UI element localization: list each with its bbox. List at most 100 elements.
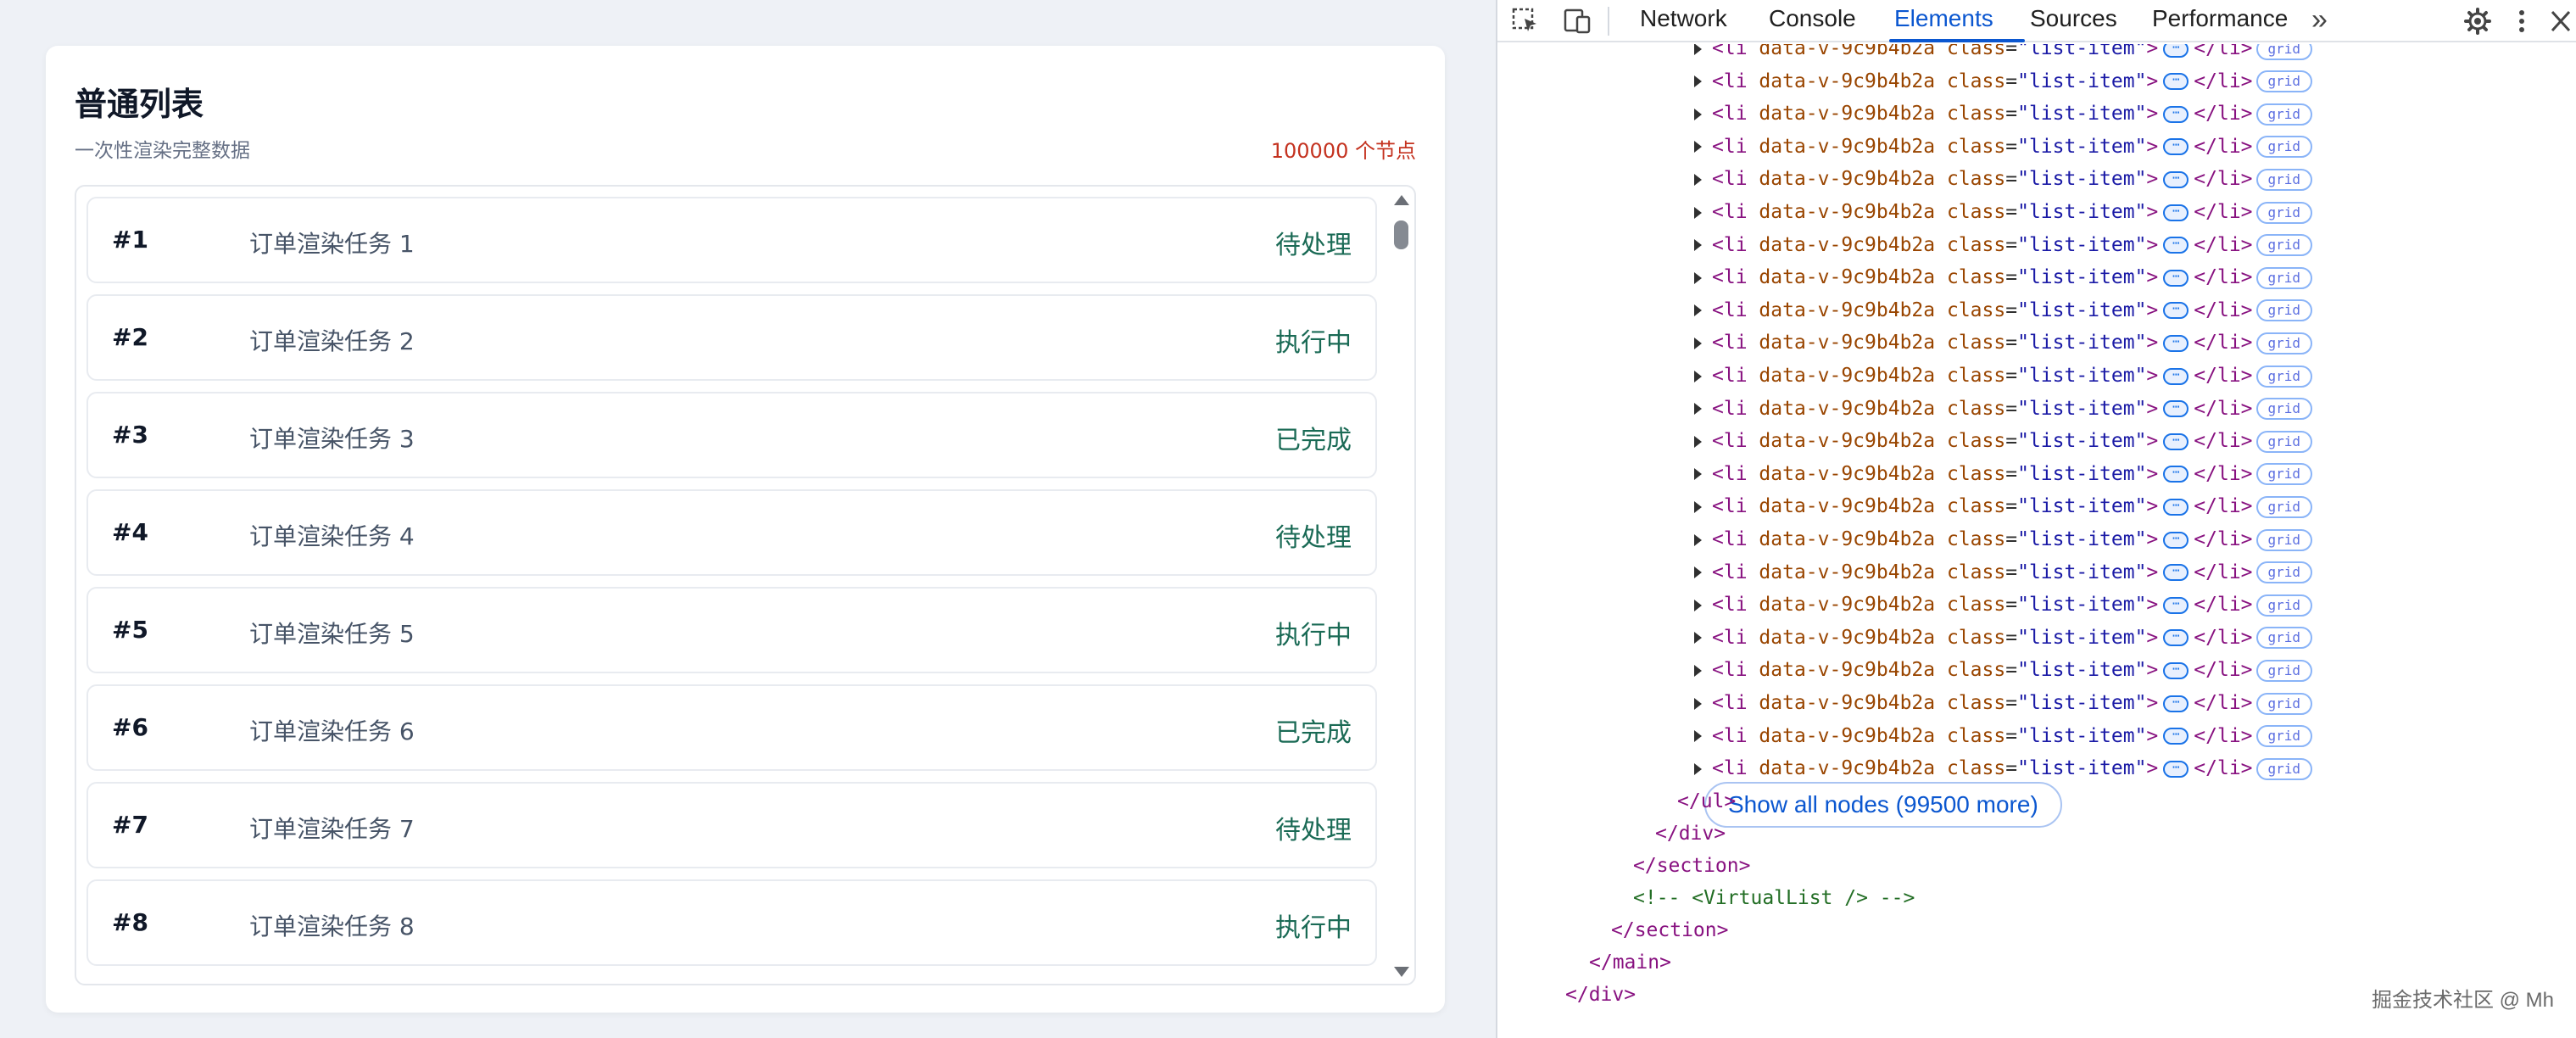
ellipsis-icon[interactable]: ⋯ [2163,661,2189,679]
ellipsis-icon[interactable]: ⋯ [2163,564,2189,582]
list-scroll-container[interactable]: #1 订单渲染任务 1 待处理 #2 订单渲染任务 2 执行中 #3 订单渲染任务 3 已完成 #… [75,185,1416,985]
dom-node-row[interactable]: <li data-v-9c9b4b2a class="list-item"> ⋯ <… [1694,44,2313,64]
grid-badge[interactable]: grid [2255,725,2313,748]
ellipsis-icon[interactable]: ⋯ [2163,596,2189,614]
dom-node-row[interactable]: <li data-v-9c9b4b2a class="list-item"> ⋯ <… [1694,393,2313,425]
grid-badge[interactable]: grid [2255,266,2313,289]
expand-triangle-icon[interactable] [1694,762,1702,775]
expand-triangle-icon[interactable] [1694,730,1702,743]
scroll-down-arrow-icon[interactable] [1394,967,1409,977]
ellipsis-icon[interactable]: ⋯ [2163,760,2189,778]
grid-badge[interactable]: grid [2255,70,2313,93]
tab-sources[interactable]: Sources [2030,5,2117,32]
ellipsis-icon[interactable]: ⋯ [2163,432,2189,450]
tab-elements[interactable]: Elements [1894,5,1993,32]
dom-node-row[interactable]: <li data-v-9c9b4b2a class="list-item"> ⋯ <… [1694,556,2313,589]
grid-badge[interactable]: grid [2255,103,2313,126]
ellipsis-icon[interactable]: ⋯ [2163,466,2189,483]
ellipsis-icon[interactable]: ⋯ [2163,138,2189,156]
ellipsis-icon[interactable]: ⋯ [2163,367,2189,385]
expand-triangle-icon[interactable] [1694,566,1702,579]
expand-triangle-icon[interactable] [1694,533,1702,546]
ellipsis-icon[interactable]: ⋯ [2163,302,2189,320]
dom-node-row[interactable]: <li data-v-9c9b4b2a class="list-item"> ⋯ <… [1694,294,2313,326]
expand-triangle-icon[interactable] [1694,75,1702,88]
inspect-element-icon[interactable] [1511,7,1542,36]
grid-badge[interactable]: grid [2255,398,2313,421]
dom-node-row[interactable]: <li data-v-9c9b4b2a class="list-item"> ⋯ <… [1694,196,2313,228]
dom-node-row[interactable]: <li data-v-9c9b4b2a class="list-item"> ⋯ <… [1694,589,2313,621]
expand-triangle-icon[interactable] [1694,141,1702,153]
grid-badge[interactable]: grid [2255,463,2313,486]
dom-node-row[interactable]: <li data-v-9c9b4b2a class="list-item"> ⋯ <… [1694,752,2313,784]
ellipsis-icon[interactable]: ⋯ [2163,105,2189,123]
grid-badge[interactable]: grid [2255,430,2313,453]
grid-badge[interactable]: grid [2255,44,2313,60]
ellipsis-icon[interactable]: ⋯ [2163,269,2189,287]
dom-node-row[interactable]: <li data-v-9c9b4b2a class="list-item"> ⋯ <… [1694,131,2313,163]
ellipsis-icon[interactable]: ⋯ [2163,73,2189,91]
dom-node-row[interactable]: <li data-v-9c9b4b2a class="list-item"> ⋯ <… [1694,622,2313,654]
device-toolbar-icon[interactable] [1562,7,1592,36]
dom-node-row[interactable]: <li data-v-9c9b4b2a class="list-item"> ⋯ <… [1694,720,2313,752]
tab-performance[interactable]: Performance [2152,5,2288,32]
more-tabs-icon[interactable]: » [2311,3,2328,36]
dom-node-row[interactable]: <li data-v-9c9b4b2a class="list-item"> ⋯ <… [1694,326,2313,359]
expand-triangle-icon[interactable] [1694,108,1702,120]
dom-node-row[interactable]: <li data-v-9c9b4b2a class="list-item"> ⋯ <… [1694,65,2313,98]
ellipsis-icon[interactable]: ⋯ [2163,695,2189,712]
expand-triangle-icon[interactable] [1694,403,1702,416]
grid-badge[interactable]: grid [2255,299,2313,322]
tab-network[interactable]: Network [1640,5,1727,32]
dom-node-row[interactable]: <li data-v-9c9b4b2a class="list-item"> ⋯ <… [1694,458,2313,490]
grid-badge[interactable]: grid [2255,234,2313,257]
grid-badge[interactable]: grid [2255,757,2313,780]
expand-triangle-icon[interactable] [1694,664,1702,677]
dom-node-row[interactable]: <li data-v-9c9b4b2a class="list-item"> ⋯ <… [1694,229,2313,261]
expand-triangle-icon[interactable] [1694,206,1702,219]
grid-badge[interactable]: grid [2255,168,2313,191]
show-all-nodes-button[interactable]: Show all nodes (99500 more) [1704,782,2062,828]
scroll-thumb[interactable] [1394,220,1408,249]
ellipsis-icon[interactable]: ⋯ [2163,728,2189,745]
gear-icon[interactable] [2462,7,2493,36]
scroll-up-arrow-icon[interactable] [1394,195,1409,205]
expand-triangle-icon[interactable] [1694,500,1702,513]
ellipsis-icon[interactable]: ⋯ [2163,400,2189,418]
dom-node-row[interactable]: <li data-v-9c9b4b2a class="list-item"> ⋯ <… [1694,360,2313,392]
kebab-menu-icon[interactable] [2506,7,2537,36]
grid-badge[interactable]: grid [2255,594,2313,617]
dom-node-row[interactable]: <li data-v-9c9b4b2a class="list-item"> ⋯ <… [1694,523,2313,555]
grid-badge[interactable]: grid [2255,659,2313,682]
ellipsis-icon[interactable]: ⋯ [2163,334,2189,352]
expand-triangle-icon[interactable] [1694,173,1702,186]
expand-triangle-icon[interactable] [1694,304,1702,317]
ellipsis-icon[interactable]: ⋯ [2163,44,2189,58]
expand-triangle-icon[interactable] [1694,271,1702,284]
grid-badge[interactable]: grid [2255,561,2313,584]
close-icon[interactable] [2545,7,2576,36]
expand-triangle-icon[interactable] [1694,337,1702,349]
dom-node-row[interactable]: <li data-v-9c9b4b2a class="list-item"> ⋯ <… [1694,163,2313,195]
expand-triangle-icon[interactable] [1694,44,1702,55]
expand-triangle-icon[interactable] [1694,697,1702,710]
expand-triangle-icon[interactable] [1694,239,1702,252]
ellipsis-icon[interactable]: ⋯ [2163,170,2189,188]
scrollbar[interactable] [1391,190,1411,980]
grid-badge[interactable]: grid [2255,136,2313,159]
grid-badge[interactable]: grid [2255,627,2313,650]
grid-badge[interactable]: grid [2255,528,2313,551]
dom-node-row[interactable]: <li data-v-9c9b4b2a class="list-item"> ⋯ <… [1694,261,2313,293]
elements-tree[interactable]: Show all nodes (99500 more) <li data-v-9… [1497,44,2576,1038]
ellipsis-icon[interactable]: ⋯ [2163,629,2189,647]
expand-triangle-icon[interactable] [1694,468,1702,481]
expand-triangle-icon[interactable] [1694,370,1702,382]
expand-triangle-icon[interactable] [1694,435,1702,448]
grid-badge[interactable]: grid [2255,365,2313,388]
grid-badge[interactable]: grid [2255,495,2313,518]
ellipsis-icon[interactable]: ⋯ [2163,204,2189,221]
dom-node-row[interactable]: <li data-v-9c9b4b2a class="list-item"> ⋯ <… [1694,490,2313,522]
dom-node-row[interactable]: <li data-v-9c9b4b2a class="list-item"> ⋯ <… [1694,98,2313,130]
ellipsis-icon[interactable]: ⋯ [2163,498,2189,516]
expand-triangle-icon[interactable] [1694,632,1702,645]
